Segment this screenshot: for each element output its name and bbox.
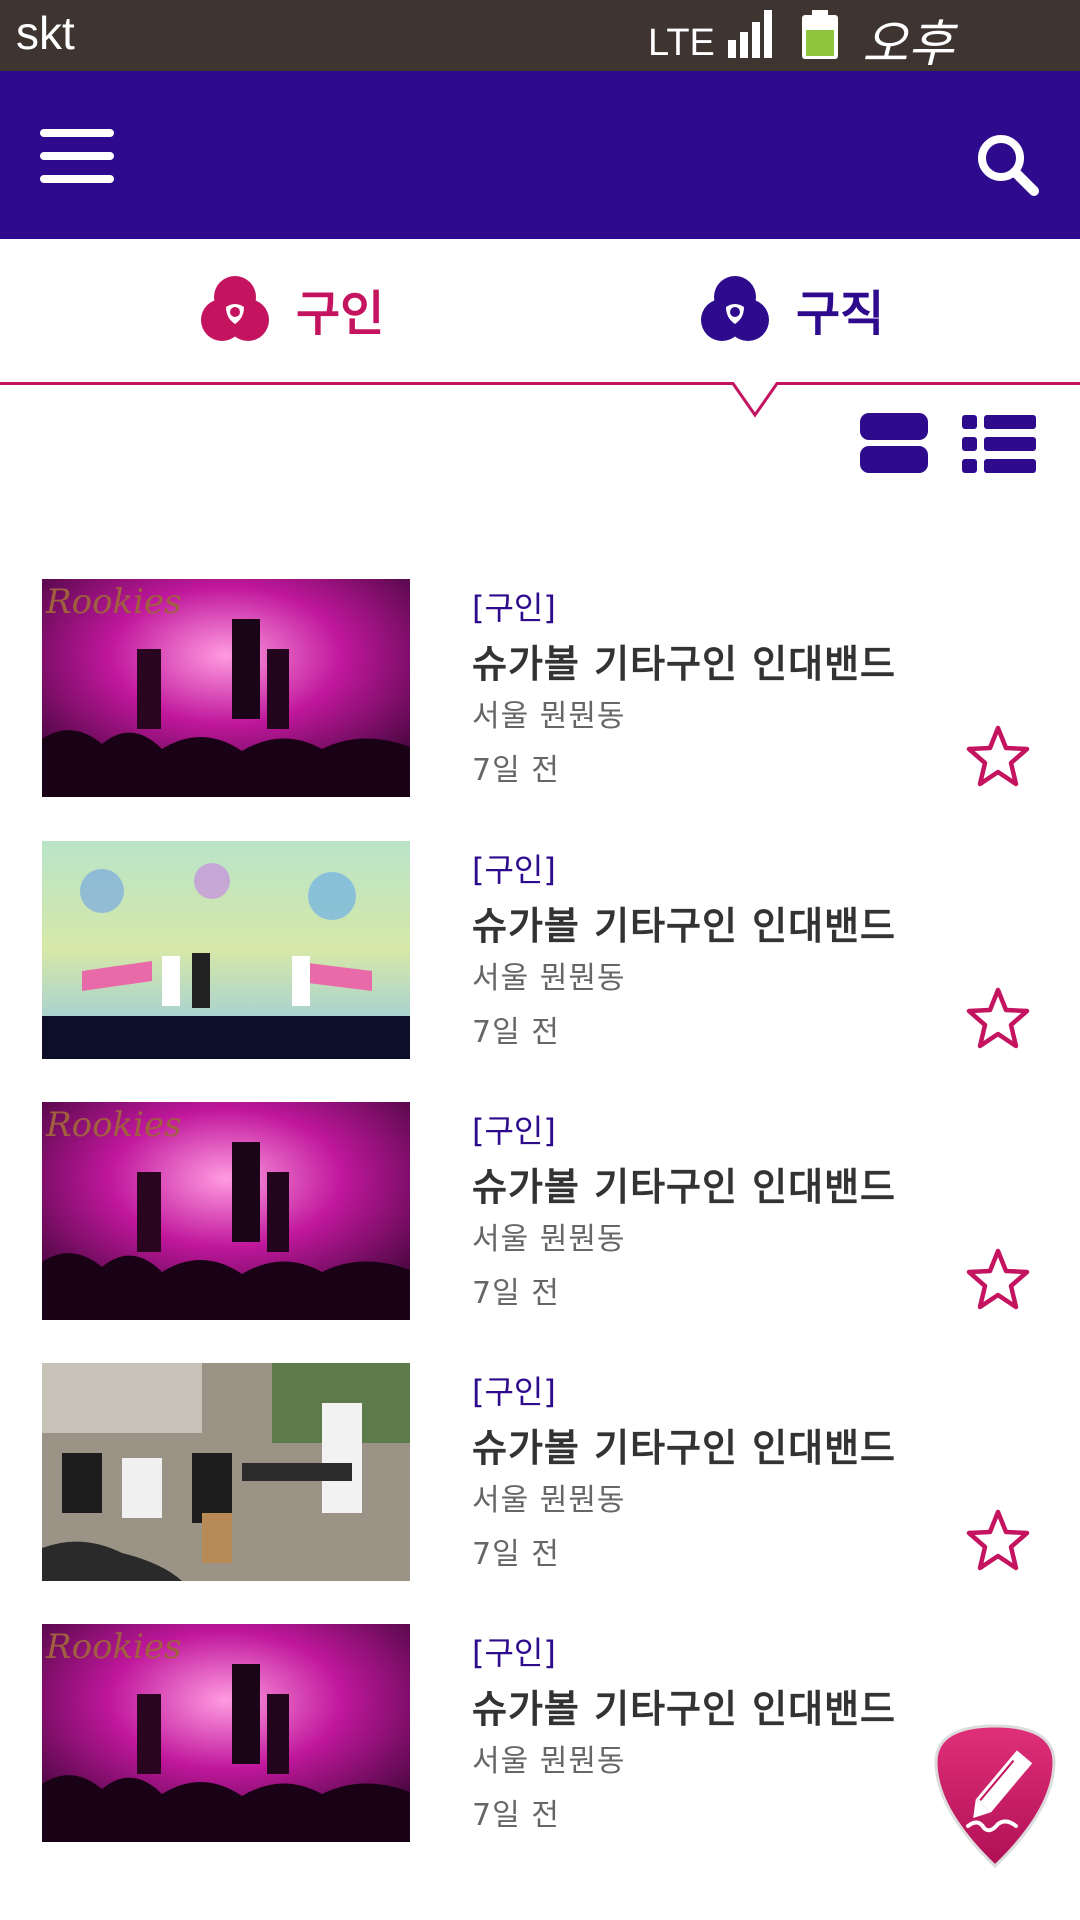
tab-bar: 구인 구직	[0, 239, 1080, 389]
pencil-write-icon[interactable]	[932, 1722, 1058, 1870]
star-icon[interactable]	[966, 1509, 1030, 1571]
svg-text:Rookies: Rookies	[45, 1627, 182, 1667]
tab-seek[interactable]: 구직	[700, 269, 884, 349]
listing-thumbnail[interactable]: Rookies	[42, 579, 410, 797]
listing-time: 7일 전	[472, 1798, 560, 1833]
battery-icon	[802, 10, 838, 59]
status-bar: skt LTE 오후 4:49	[0, 0, 1080, 134]
listing-thumbnail[interactable]: Rookies	[42, 1624, 410, 1842]
list-item[interactable]: Rookies [구인] 슈가볼 기타구인 인대밴드 서울 뭔뭔동 7일 전	[0, 1102, 1080, 1322]
carrier-label: skt	[16, 7, 75, 59]
listing-tag: [구인]	[472, 851, 556, 889]
listing-title[interactable]: 슈가볼 기타구인 인대밴드	[472, 1678, 896, 1733]
listing-title[interactable]: 슈가볼 기타구인 인대밴드	[472, 895, 896, 950]
listing-time: 7일 전	[472, 1537, 560, 1572]
hamburger-menu-icon[interactable]	[40, 129, 114, 183]
listing-title[interactable]: 슈가볼 기타구인 인대밴드	[472, 633, 896, 688]
tab-hire-icon	[201, 276, 269, 341]
list-item[interactable]: Rookies [구인] 슈가볼 기타구인 인대밴드 서울 뭔뭔동 7일 전	[0, 1624, 1080, 1844]
list-view-icon[interactable]	[962, 415, 1036, 473]
listing-time: 7일 전	[472, 1015, 560, 1050]
listing-location: 서울 뭔뭔동	[472, 1222, 626, 1257]
listing-location: 서울 뭔뭔동	[472, 1744, 626, 1779]
tab-hire-label: 구인	[296, 286, 385, 342]
listing-thumbnail[interactable]: Rookies	[42, 1102, 410, 1320]
list-item[interactable]: [구인] 슈가볼 기타구인 인대밴드 서울 뭔뭔동 7일 전	[0, 841, 1080, 1061]
listing-title[interactable]: 슈가볼 기타구인 인대밴드	[472, 1156, 896, 1211]
listing-thumbnail[interactable]	[42, 1363, 410, 1581]
listing-location: 서울 뭔뭔동	[472, 1483, 626, 1518]
list-item[interactable]: Rookies [구인] 슈가볼 기타구인 인대밴드 서울 뭔뭔동 7일 전	[0, 579, 1080, 799]
listing-time: 7일 전	[472, 753, 560, 788]
signal-icon	[728, 10, 772, 58]
listing-title[interactable]: 슈가볼 기타구인 인대밴드	[472, 1417, 896, 1472]
card-view-icon[interactable]	[860, 413, 928, 473]
svg-text:Rookies: Rookies	[45, 1105, 182, 1145]
tab-seek-label: 구직	[796, 286, 885, 342]
app-bar	[0, 71, 1080, 239]
listing-tag: [구인]	[472, 1373, 556, 1411]
listing-tag: [구인]	[472, 589, 556, 627]
listing-location: 서울 뭔뭔동	[472, 699, 626, 734]
list-item[interactable]: [구인] 슈가볼 기타구인 인대밴드 서울 뭔뭔동 7일 전	[0, 1363, 1080, 1583]
listing-time: 7일 전	[472, 1276, 560, 1311]
network-type: LTE	[648, 22, 715, 64]
tab-hire[interactable]: 구인	[200, 269, 384, 349]
listing-location: 서울 뭔뭔동	[472, 961, 626, 996]
search-icon[interactable]	[975, 132, 1039, 196]
star-icon[interactable]	[966, 1248, 1030, 1310]
star-icon[interactable]	[966, 725, 1030, 787]
listing-tag: [구인]	[472, 1634, 556, 1672]
svg-text:Rookies: Rookies	[45, 582, 182, 622]
listing-thumbnail[interactable]	[42, 841, 410, 1059]
tab-seek-icon	[701, 276, 769, 341]
star-icon[interactable]	[966, 987, 1030, 1049]
listing-tag: [구인]	[472, 1112, 556, 1150]
